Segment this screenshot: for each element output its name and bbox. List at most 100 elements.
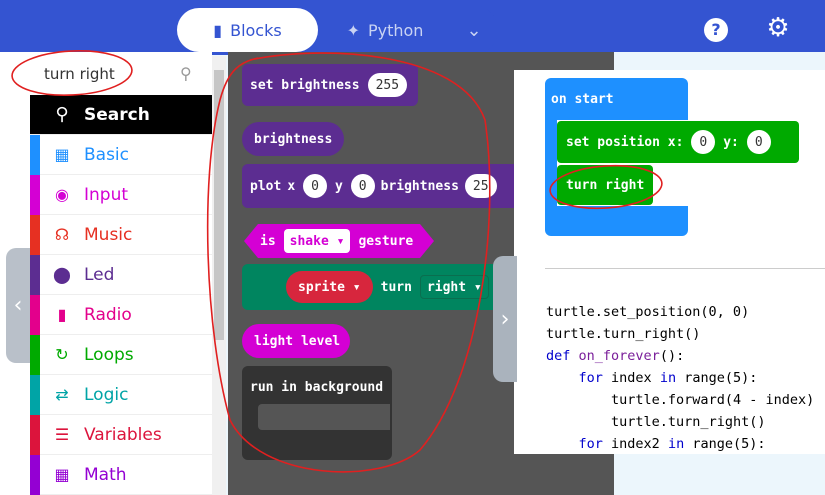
category-label: Music [84,224,133,245]
block-label: gesture [358,233,414,249]
chevron-left-icon: ‹ [13,293,23,318]
python-code-preview: turtle.set_position(0, 0) turtle.turn_ri… [546,301,814,455]
loop-arrow-icon: ↻ [55,345,69,364]
category-variables[interactable]: ☰ Variables [30,415,212,455]
x-position-input[interactable]: 0 [691,130,716,154]
block-set-position[interactable]: set position x: 0 y: 0 [557,121,799,163]
shuffle-icon: ⇄ [55,385,69,404]
tab-blocks[interactable]: ▮ Blocks [177,8,318,52]
category-logic[interactable]: ⇄ Logic [30,375,212,415]
code-line: index2 [611,436,660,452]
code-line: (): [659,348,685,364]
block-is-gesture[interactable]: is shake ▾ gesture [244,224,434,258]
code-line: turtle.forward(4 - index) [611,392,815,408]
block-label: set brightness [250,77,360,93]
tab-blocks-label: Blocks [230,20,282,40]
block-label: on start [551,92,614,107]
block-turn-right[interactable]: turn right [557,165,653,205]
block-label: is [260,233,276,249]
code-keyword: in [667,436,685,452]
category-loops[interactable]: ↻ Loops [30,335,212,375]
block-label: light level [254,333,341,349]
category-search[interactable]: ⚲ Search [30,95,212,135]
category-label: Basic [84,144,130,165]
toggle-icon: ⬤ [53,265,71,284]
gear-icon[interactable]: ⚙ [764,14,792,42]
category-label: Logic [84,384,129,405]
toolbox-search: ⚲ [30,52,212,96]
chevron-down-icon[interactable]: ⌄ [452,8,496,52]
dropdown-value: sprite [298,279,345,295]
category-label: Loops [84,344,134,365]
divider [545,268,825,269]
block-label: y: [723,134,739,150]
search-icon: ⚲ [55,104,69,125]
category-label: Math [84,464,127,485]
category-math[interactable]: ▦ Math [30,455,212,495]
tab-python-label: Python [367,20,424,40]
category-color-bar [30,415,40,455]
grid-icon: ▦ [54,145,70,164]
brightness-value-input[interactable]: 25 [464,174,497,198]
headphones-icon: ☊ [54,225,70,244]
list-icon: ☰ [54,425,70,444]
category-color-bar [30,215,40,255]
workspace-background [614,52,825,70]
toolbox-scrollbar-thumb[interactable] [214,70,224,340]
gesture-dropdown[interactable]: shake ▾ [283,229,351,253]
code-line: turtle.set_position(0, 0) [546,304,750,320]
block-label: x [287,178,296,194]
dropdown-value: shake [289,233,329,249]
category-radio[interactable]: ▮ Radio [30,295,212,335]
category-color-bar [30,455,40,495]
code-line: range(5): [684,370,758,386]
category-color-bar [30,175,40,215]
direction-dropdown[interactable]: right ▾ [419,275,489,299]
y-value-input[interactable]: 0 [350,174,375,198]
target-icon: ◉ [55,185,69,204]
code-keyword: for [578,370,603,386]
collapse-simulator-button[interactable]: ‹ [6,248,30,363]
tab-python[interactable]: ✦ Python [320,8,450,52]
category-music[interactable]: ☊ Music [30,215,212,255]
calculator-icon: ▦ [54,465,70,484]
search-icon[interactable]: ⚲ [180,64,192,83]
dropdown-value: right [426,279,467,295]
category-color-bar [30,335,40,375]
category-input[interactable]: ◉ Input [30,175,212,215]
expand-flyout-button[interactable]: › [493,256,517,382]
block-label: brightness [254,131,333,147]
code-line: turtle.turn_right() [611,414,766,430]
y-position-input[interactable]: 0 [746,130,771,154]
block-plot[interactable]: plot x 0 y 0 brightness 25 [242,164,522,208]
signal-bars-icon: ▮ [57,305,67,324]
category-basic[interactable]: ▦ Basic [30,135,212,175]
category-color-bar [30,295,40,335]
code-line: turtle.turn_right() [546,326,701,342]
category-label: Input [84,184,129,205]
puzzle-icon: ▮ [213,20,223,40]
help-icon[interactable]: ? [704,18,728,42]
brightness-value-input[interactable]: 255 [367,73,408,97]
block-sprite-turn[interactable]: sprite ▾ turn right ▾ [242,264,517,310]
block-light-level[interactable]: light level [242,324,350,358]
code-line: index [611,370,652,386]
category-label: Search [84,104,150,125]
category-label: Led [84,264,115,285]
block-set-brightness[interactable]: set brightness 255 [242,64,418,106]
x-value-input[interactable]: 0 [303,174,327,198]
code-line: range(5): [692,436,766,452]
category-label: Radio [84,304,132,325]
python-icon: ✦ [346,20,360,40]
block-brightness[interactable]: brightness [242,122,344,156]
category-color-bar [30,135,40,175]
search-input[interactable] [44,62,174,86]
category-led[interactable]: ⬤ Led [30,255,212,295]
code-function-name: on_forever [578,348,660,364]
category-color-bar [30,375,40,415]
block-label: set position x: [566,134,684,150]
sprite-variable-dropdown[interactable]: sprite ▾ [286,271,373,303]
category-color-bar [30,255,40,295]
block-label: turn right [566,177,645,193]
chevron-right-icon: › [500,306,510,332]
